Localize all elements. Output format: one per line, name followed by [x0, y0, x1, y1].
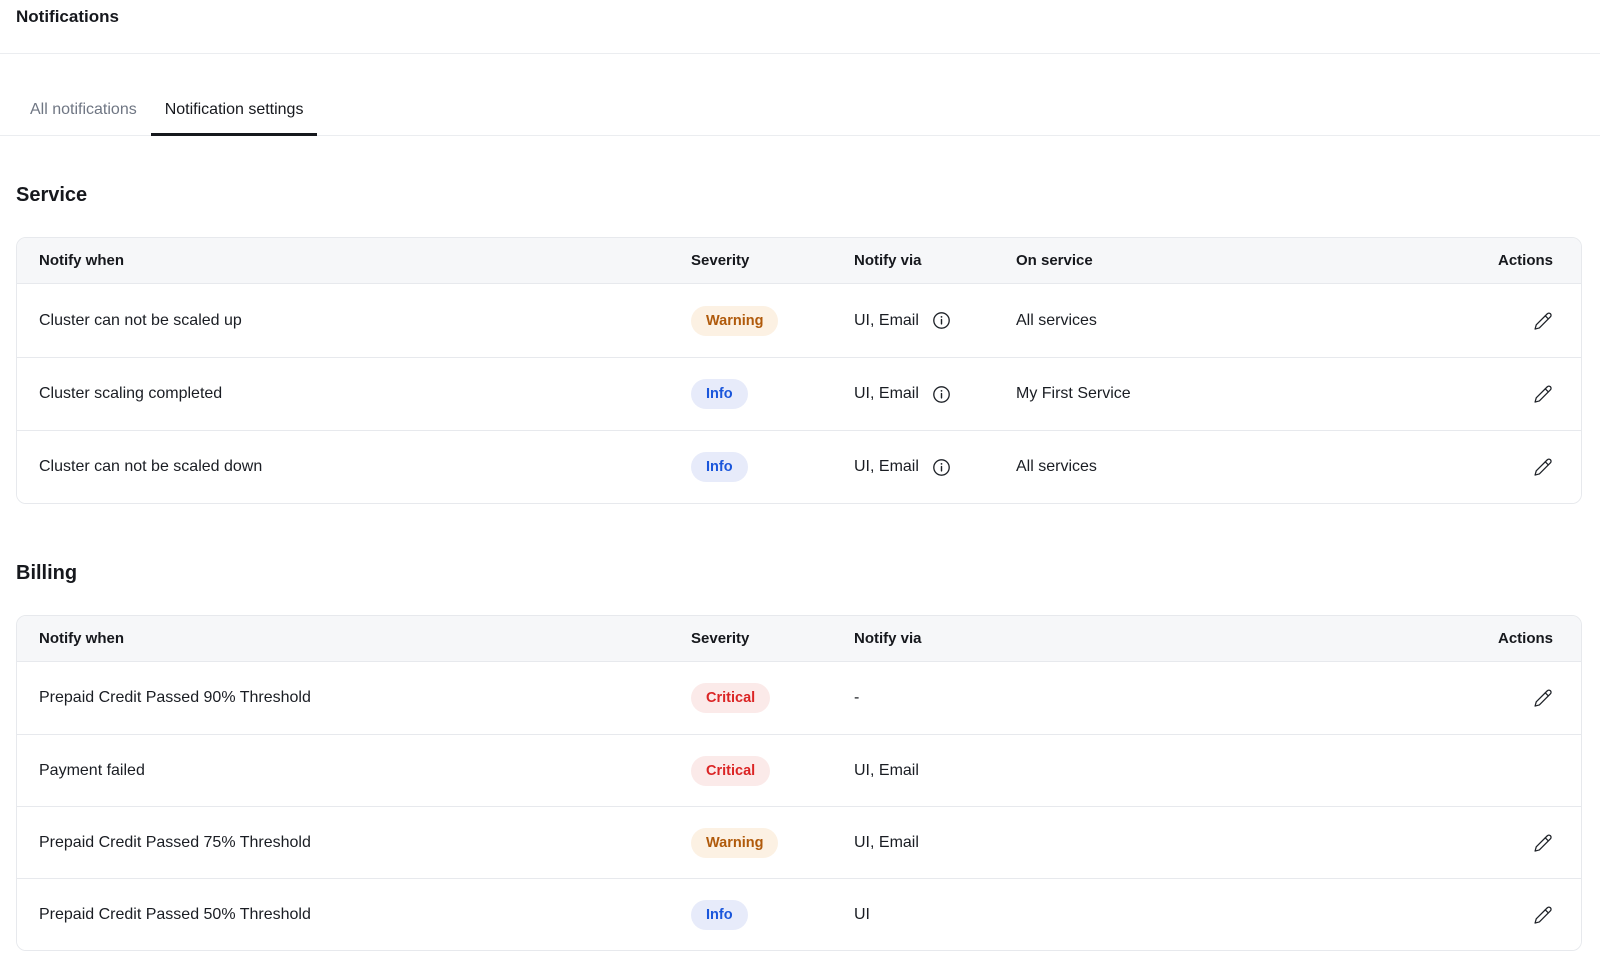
cell-notify-via: UI, Email — [854, 311, 1016, 330]
pencil-icon — [1533, 457, 1553, 477]
cell-severity: Warning — [691, 828, 854, 858]
column-header-notify-via: Notify via — [854, 252, 1016, 269]
notify-via-value: UI, Email — [854, 458, 919, 476]
table-row: Prepaid Credit Passed 90% ThresholdCriti… — [17, 662, 1581, 734]
cell-on-service: My First Service — [1016, 385, 1463, 403]
column-header-severity: Severity — [691, 252, 854, 269]
cell-notify-via: UI, Email — [854, 458, 1016, 477]
main: Service Notify whenSeverityNotify viaOn … — [16, 183, 1582, 951]
cell-severity: Info — [691, 379, 854, 409]
cell-actions — [1463, 384, 1581, 404]
edit-button[interactable] — [1533, 905, 1553, 925]
info-icon[interactable] — [932, 385, 951, 404]
cell-severity: Critical — [691, 683, 854, 713]
tabs: All notificationsNotification settings — [0, 54, 1600, 136]
cell-severity: Info — [691, 452, 854, 482]
section-service: Service Notify whenSeverityNotify viaOn … — [16, 183, 1582, 504]
column-header-on-service: On service — [1016, 252, 1463, 269]
section-title: Service — [16, 183, 1582, 208]
tab-all-notifications[interactable]: All notifications — [16, 96, 151, 136]
cell-actions — [1463, 311, 1581, 331]
table-header-row: Notify whenSeverityNotify viaOn serviceA… — [17, 238, 1581, 284]
cell-severity: Critical — [691, 756, 854, 786]
severity-badge: Info — [691, 452, 748, 482]
info-icon[interactable] — [932, 458, 951, 477]
table-row: Cluster can not be scaled downInfo UI, Em… — [17, 430, 1581, 503]
pencil-icon — [1533, 384, 1553, 404]
section-title: Billing — [16, 561, 1582, 586]
table-body: Prepaid Credit Passed 90% ThresholdCriti… — [17, 662, 1581, 950]
tab-notification-settings[interactable]: Notification settings — [151, 96, 318, 136]
cell-severity: Info — [691, 900, 854, 930]
section-billing: Billing Notify whenSeverityNotify viaAct… — [16, 561, 1582, 951]
table-header-row: Notify whenSeverityNotify viaActions — [17, 616, 1581, 662]
cell-notify-via: UI, Email — [854, 762, 1463, 780]
table-body: Cluster can not be scaled upWarning UI, E… — [17, 284, 1581, 503]
notify-via-value: UI — [854, 906, 870, 924]
column-header-actions: Actions — [1463, 252, 1581, 269]
cell-notify-via: - — [854, 689, 1463, 707]
notification-table: Notify whenSeverityNotify viaActions Pre… — [16, 615, 1582, 951]
cell-notify-via: UI, Email — [854, 834, 1463, 852]
cell-on-service: All services — [1016, 458, 1463, 476]
column-header-notify-via: Notify via — [854, 630, 1463, 647]
cell-actions — [1463, 688, 1581, 708]
edit-button[interactable] — [1533, 384, 1553, 404]
pencil-icon — [1533, 688, 1553, 708]
severity-badge: Critical — [691, 683, 770, 713]
table-row: Cluster scaling completedInfo UI, Email M… — [17, 357, 1581, 430]
cell-notify-when: Cluster scaling completed — [17, 385, 691, 403]
cell-notify-when: Prepaid Credit Passed 50% Threshold — [17, 906, 691, 924]
cell-notify-when: Payment failed — [17, 762, 691, 780]
notify-via-value: UI, Email — [854, 385, 919, 403]
severity-badge: Warning — [691, 828, 778, 858]
cell-notify-when: Cluster can not be scaled down — [17, 458, 691, 476]
cell-notify-via: UI — [854, 906, 1463, 924]
column-header-notify-when: Notify when — [17, 630, 691, 647]
cell-notify-when: Prepaid Credit Passed 90% Threshold — [17, 689, 691, 707]
notify-via-value: UI, Email — [854, 834, 919, 852]
column-header-actions: Actions — [1463, 630, 1581, 647]
table-row: Prepaid Credit Passed 50% ThresholdInfo U… — [17, 878, 1581, 950]
severity-badge: Info — [691, 379, 748, 409]
severity-badge: Warning — [691, 306, 778, 336]
table-row: Prepaid Credit Passed 75% ThresholdWarni… — [17, 806, 1581, 878]
cell-actions — [1463, 905, 1581, 925]
cell-actions — [1463, 457, 1581, 477]
column-header-notify-when: Notify when — [17, 252, 691, 269]
info-icon[interactable] — [932, 311, 951, 330]
pencil-icon — [1533, 311, 1553, 331]
cell-notify-when: Prepaid Credit Passed 75% Threshold — [17, 834, 691, 852]
severity-badge: Critical — [691, 756, 770, 786]
cell-notify-when: Cluster can not be scaled up — [17, 312, 691, 330]
cell-on-service: All services — [1016, 312, 1463, 330]
page-header: Notifications — [0, 0, 1600, 29]
cell-severity: Warning — [691, 306, 854, 336]
notify-via-value: UI, Email — [854, 762, 919, 780]
notify-via-value: UI, Email — [854, 312, 919, 330]
cell-notify-via: UI, Email — [854, 385, 1016, 404]
page-title: Notifications — [16, 5, 1584, 29]
cell-actions — [1463, 833, 1581, 853]
pencil-icon — [1533, 905, 1553, 925]
table-row: Payment failedCritical UI, Email — [17, 734, 1581, 806]
pencil-icon — [1533, 833, 1553, 853]
edit-button[interactable] — [1533, 833, 1553, 853]
edit-button[interactable] — [1533, 457, 1553, 477]
edit-button[interactable] — [1533, 311, 1553, 331]
column-header-severity: Severity — [691, 630, 854, 647]
notify-via-value: - — [854, 689, 859, 707]
severity-badge: Info — [691, 900, 748, 930]
notification-table: Notify whenSeverityNotify viaOn serviceA… — [16, 237, 1582, 504]
table-row: Cluster can not be scaled upWarning UI, E… — [17, 284, 1581, 357]
edit-button[interactable] — [1533, 688, 1553, 708]
